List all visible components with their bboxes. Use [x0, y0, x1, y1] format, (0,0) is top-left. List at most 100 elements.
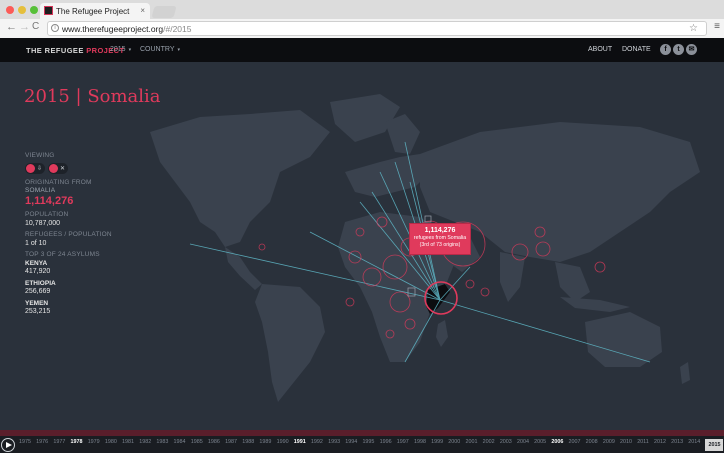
email-icon[interactable]: ✉: [686, 44, 697, 55]
timeline-year[interactable]: 1986: [208, 439, 220, 451]
timeline-year[interactable]: 2003: [500, 439, 512, 451]
timeline-year[interactable]: 1988: [242, 439, 254, 451]
timeline-year[interactable]: 1982: [139, 439, 151, 451]
asylum-item[interactable]: YEMEN 253,215: [25, 300, 135, 316]
tooltip-callout: 1,114,276 refugees from Somalia (3rd of …: [410, 224, 470, 254]
brand-main: THE REFUGEE: [26, 46, 84, 55]
view-outflow-toggle[interactable]: ⇩: [25, 163, 46, 174]
timeline-year[interactable]: 2007: [569, 439, 581, 451]
timeline-year[interactable]: 1977: [53, 439, 65, 451]
page-title: 2015 | Somalia: [24, 86, 161, 107]
timeline-year[interactable]: 1978: [71, 439, 83, 451]
chevron-down-icon: ▾: [177, 47, 180, 53]
timeline-year[interactable]: 2006: [551, 439, 563, 451]
timeline-year[interactable]: 2015: [705, 438, 724, 451]
info-panel: VIEWING ⇩ ✕ ORIGINATING FROM SOMALIA 1,1…: [25, 152, 135, 316]
timeline-year[interactable]: 2000: [448, 439, 460, 451]
timeline-year[interactable]: 1991: [294, 439, 306, 451]
timeline-year[interactable]: 1997: [397, 439, 409, 451]
timeline-year[interactable]: 2010: [620, 439, 632, 451]
timeline-year[interactable]: 2002: [483, 439, 495, 451]
tab-title: The Refugee Project: [56, 7, 130, 16]
asylum-item[interactable]: ETHIOPIA 256,669: [25, 280, 135, 296]
timeline-year[interactable]: 1976: [36, 439, 48, 451]
timeline-year[interactable]: 2005: [534, 439, 546, 451]
originating-country: SOMALIA: [25, 187, 56, 194]
view-inflow-toggle[interactable]: ✕: [48, 163, 69, 174]
timeline-year[interactable]: 2014: [688, 439, 700, 451]
timeline-year[interactable]: 1987: [225, 439, 237, 451]
browser-menu-icon[interactable]: ≡: [714, 21, 720, 32]
timeline-year[interactable]: 2013: [671, 439, 683, 451]
browser-tab[interactable]: The Refugee Project ×: [40, 3, 150, 19]
originating-count: 1,114,276: [25, 195, 74, 207]
timeline-year[interactable]: 2008: [586, 439, 598, 451]
asylum-name: YEMEN: [25, 300, 49, 307]
timeline-year[interactable]: 1996: [380, 439, 392, 451]
close-window-button[interactable]: [6, 6, 14, 14]
population-value: 10,787,000: [25, 220, 61, 227]
timeline-year[interactable]: 1980: [105, 439, 117, 451]
url-host: www.therefugeeproject.org: [62, 24, 164, 34]
person-icon: [49, 164, 59, 173]
reload-icon[interactable]: C: [32, 21, 39, 32]
asylum-value: 417,920: [25, 268, 51, 275]
bookmark-star-icon[interactable]: ☆: [689, 23, 698, 34]
year-select[interactable]: 2015 ▾: [110, 46, 131, 53]
timeline-year[interactable]: 1994: [345, 439, 357, 451]
timeline-year[interactable]: 2001: [465, 439, 477, 451]
timeline-year[interactable]: 1990: [277, 439, 289, 451]
person-icon: [26, 164, 35, 173]
app-root: THE REFUGEE PROJECT 2015 ▾ COUNTRY ▾ ABOUT…: [0, 38, 724, 453]
tab-strip: The Refugee Project ×: [0, 0, 724, 19]
timeline-year[interactable]: 1979: [88, 439, 100, 451]
timeline-year[interactable]: 1983: [156, 439, 168, 451]
address-bar[interactable]: i www.therefugeeproject.org/#/2015 ☆: [47, 21, 707, 36]
timeline-year[interactable]: 2011: [637, 439, 649, 451]
twitter-icon[interactable]: t: [673, 44, 684, 55]
forward-icon[interactable]: →: [19, 21, 30, 33]
timeline-year[interactable]: 1998: [414, 439, 426, 451]
back-icon[interactable]: ←: [6, 21, 17, 33]
new-tab-button[interactable]: [151, 6, 177, 18]
maximize-window-button[interactable]: [30, 6, 38, 14]
timeline-year[interactable]: 2004: [517, 439, 529, 451]
country-select[interactable]: COUNTRY ▾: [140, 46, 180, 53]
originating-label: ORIGINATING FROM: [25, 179, 92, 186]
timeline-year[interactable]: 1993: [328, 439, 340, 451]
tab-close-icon[interactable]: ×: [140, 6, 145, 15]
browser-chrome: The Refugee Project × ← → C i www.theref…: [0, 0, 724, 38]
info-icon[interactable]: i: [51, 24, 59, 32]
timeline-year[interactable]: 1985: [191, 439, 203, 451]
timeline-year[interactable]: 1981: [122, 439, 134, 451]
view-toggle-group: ⇩ ✕: [25, 163, 135, 174]
timeline-year[interactable]: 2012: [654, 439, 666, 451]
tooltip-line1: refugees from Somalia: [413, 235, 467, 241]
minimize-window-button[interactable]: [18, 6, 26, 14]
country-select-label: COUNTRY: [140, 46, 175, 53]
year-select-label: 2015: [110, 46, 126, 53]
play-icon[interactable]: [1, 437, 15, 452]
timeline-year[interactable]: 1999: [431, 439, 443, 451]
timeline-year[interactable]: 2009: [603, 439, 615, 451]
timeline-year[interactable]: 1975: [19, 439, 31, 451]
close-icon: ✕: [60, 166, 66, 172]
ratio-value: 1 of 10: [25, 240, 47, 247]
timeline-year[interactable]: 1992: [311, 439, 323, 451]
asylum-value: 256,669: [25, 288, 51, 295]
favicon-icon: [44, 6, 53, 15]
donate-link[interactable]: DONATE: [622, 46, 651, 53]
asylum-name: ETHIOPIA: [25, 280, 56, 287]
timeline-year[interactable]: 1989: [259, 439, 271, 451]
about-link[interactable]: ABOUT: [588, 46, 612, 53]
timeline-year[interactable]: 1995: [362, 439, 374, 451]
population-label: POPULATION: [25, 211, 69, 218]
chevron-down-icon: ▾: [128, 47, 132, 53]
browser-toolbar: ← → C i www.therefugeeproject.org/#/2015…: [0, 19, 724, 38]
app-header: THE REFUGEE PROJECT 2015 ▾ COUNTRY ▾ ABOUT…: [0, 38, 724, 62]
ratio-label: REFUGEES / POPULATION: [25, 231, 112, 238]
timeline-year[interactable]: 1984: [174, 439, 186, 451]
tooltip-number: 1,114,276: [424, 227, 456, 234]
asylum-item[interactable]: KENYA 417,920: [25, 260, 135, 276]
facebook-icon[interactable]: f: [660, 44, 671, 55]
